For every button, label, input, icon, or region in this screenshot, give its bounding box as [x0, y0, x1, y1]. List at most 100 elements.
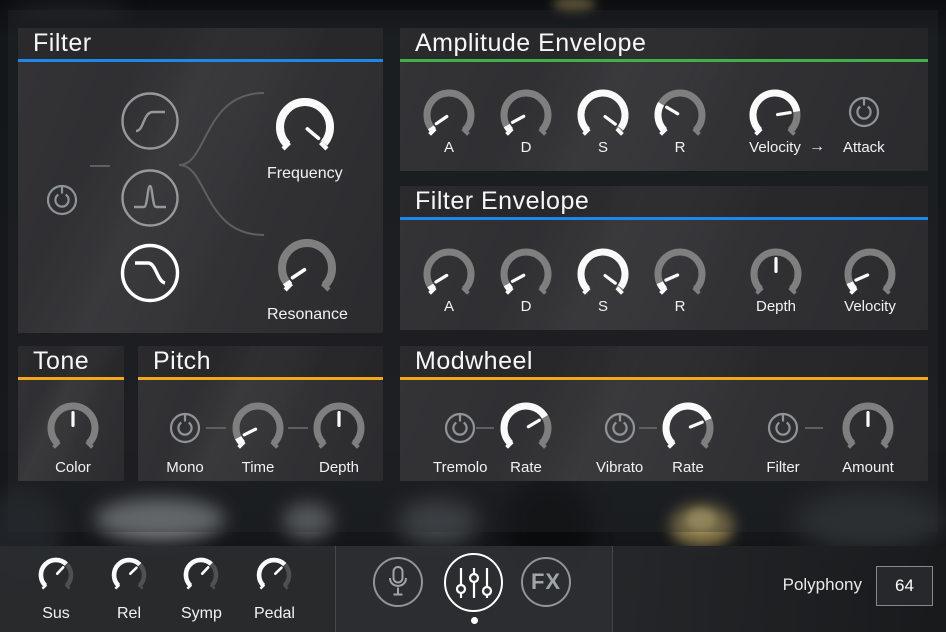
pitch-header: Pitch [138, 346, 383, 380]
sympathetic-knob[interactable]: Symp [181, 555, 222, 623]
knob-label: Symp [181, 605, 222, 623]
vibrato-power-button[interactable]: Vibrato [596, 409, 643, 476]
power-icon[interactable] [43, 181, 81, 219]
filter-power-button[interactable] [43, 181, 81, 219]
knob-dial[interactable] [271, 93, 339, 161]
knob-label: Rel [117, 605, 141, 623]
resonance-knob[interactable]: Resonance [267, 234, 348, 324]
velocity-to-attack-power-button[interactable]: Attack [843, 93, 885, 156]
knob-dial[interactable] [229, 399, 287, 457]
fenv-release-knob[interactable]: R [651, 245, 709, 315]
knob-dial[interactable] [841, 245, 899, 303]
amp-decay-knob[interactable]: D [497, 86, 555, 156]
knob-dial[interactable] [497, 86, 555, 144]
knob-label: D [521, 139, 532, 156]
knob-dial[interactable] [497, 399, 555, 457]
amp-env-header: Amplitude Envelope [400, 28, 928, 62]
knob-label: Amount [842, 459, 894, 476]
power-icon[interactable] [845, 93, 883, 131]
knob-label: S [598, 139, 608, 156]
knob-label: R [675, 298, 686, 315]
knob-label: Velocity [749, 139, 801, 156]
connector-dash [805, 427, 823, 429]
fenv-depth-knob[interactable]: Depth [747, 245, 805, 315]
power-icon[interactable] [601, 409, 639, 447]
filter-panel-header: Filter [18, 28, 383, 62]
knob-dial[interactable] [497, 245, 555, 303]
pitch-depth-knob[interactable]: Depth [310, 399, 368, 476]
tone-panel: Tone Color [18, 346, 124, 481]
amp-velocity-knob[interactable]: Velocity [746, 86, 804, 156]
knob-dial[interactable] [109, 555, 149, 595]
knob-dial[interactable] [746, 86, 804, 144]
tremolo-rate-knob[interactable]: Rate [497, 399, 555, 476]
knob-dial[interactable] [651, 245, 709, 303]
knob-label: Velocity [844, 298, 896, 315]
knob-dial[interactable] [310, 399, 368, 457]
panel-title: Amplitude Envelope [415, 29, 646, 58]
power-label: Filter [766, 459, 799, 476]
knob-dial[interactable] [36, 555, 76, 595]
release-knob[interactable]: Rel [109, 555, 149, 623]
power-icon[interactable] [764, 409, 802, 447]
knob-dial[interactable] [420, 245, 478, 303]
knob-dial[interactable] [254, 555, 294, 595]
knob-dial[interactable] [181, 555, 221, 595]
power-label: Attack [843, 139, 885, 156]
amp-attack-knob[interactable]: A [420, 86, 478, 156]
pitch-time-knob[interactable]: Time [229, 399, 287, 476]
knob-label: D [521, 298, 532, 315]
mono-power-button[interactable]: Mono [166, 409, 204, 476]
knob-dial[interactable] [420, 86, 478, 144]
amplitude-envelope-panel: Amplitude Envelope A D S R Velocity → At… [400, 28, 928, 171]
modwheel-amount-knob[interactable]: Amount [839, 399, 897, 476]
fx-page-button[interactable]: FX [521, 557, 571, 607]
lowpass-curve-icon [119, 242, 181, 304]
filter-type-lowpass-button[interactable] [119, 242, 181, 309]
mic-page-button[interactable] [373, 557, 423, 607]
pitch-panel: Pitch Mono Time Depth [138, 346, 383, 481]
footer-divider [335, 546, 336, 632]
knob-dial[interactable] [44, 399, 102, 457]
pedal-knob[interactable]: Pedal [254, 555, 295, 623]
mixer-page-button[interactable] [444, 553, 503, 612]
tremolo-power-button[interactable]: Tremolo [433, 409, 487, 476]
amp-release-knob[interactable]: R [651, 86, 709, 156]
knob-dial[interactable] [574, 245, 632, 303]
color-knob[interactable]: Color [44, 399, 102, 476]
fenv-decay-knob[interactable]: D [497, 245, 555, 315]
fenv-attack-knob[interactable]: A [420, 245, 478, 315]
panel-title: Filter Envelope [415, 187, 589, 216]
page-indicator-dot [471, 617, 478, 624]
knob-dial[interactable] [747, 245, 805, 303]
amp-sustain-knob[interactable]: S [574, 86, 632, 156]
fenv-velocity-knob[interactable]: Velocity [841, 245, 899, 315]
filter-type-highpass-button[interactable] [119, 90, 181, 157]
knob-label: A [444, 139, 454, 156]
knob-label: Depth [756, 298, 796, 315]
vibrato-rate-knob[interactable]: Rate [659, 399, 717, 476]
microphone-icon [378, 562, 418, 602]
polyphony-value-field[interactable]: 64 [876, 566, 933, 606]
panel-title: Tone [33, 347, 89, 376]
power-label: Mono [166, 459, 204, 476]
power-icon[interactable] [166, 409, 204, 447]
knob-dial[interactable] [839, 399, 897, 457]
instrument-ui: Filter Frequency Resonance [0, 0, 946, 632]
fenv-sustain-knob[interactable]: S [574, 245, 632, 315]
power-icon[interactable] [441, 409, 479, 447]
knob-label: Pedal [254, 605, 295, 623]
sustain-knob[interactable]: Sus [36, 555, 76, 623]
knob-label: Color [55, 459, 91, 476]
knob-label: Sus [42, 605, 70, 623]
filter-env-header: Filter Envelope [400, 186, 928, 220]
knob-dial[interactable] [651, 86, 709, 144]
knob-dial[interactable] [574, 86, 632, 144]
modwheel-filter-power-button[interactable]: Filter [764, 409, 802, 476]
filter-type-bandpass-button[interactable] [119, 167, 181, 234]
modwheel-header: Modwheel [400, 346, 928, 380]
knob-label: S [598, 298, 608, 315]
knob-dial[interactable] [659, 399, 717, 457]
frequency-knob[interactable]: Frequency [267, 93, 343, 183]
knob-dial[interactable] [273, 234, 341, 302]
